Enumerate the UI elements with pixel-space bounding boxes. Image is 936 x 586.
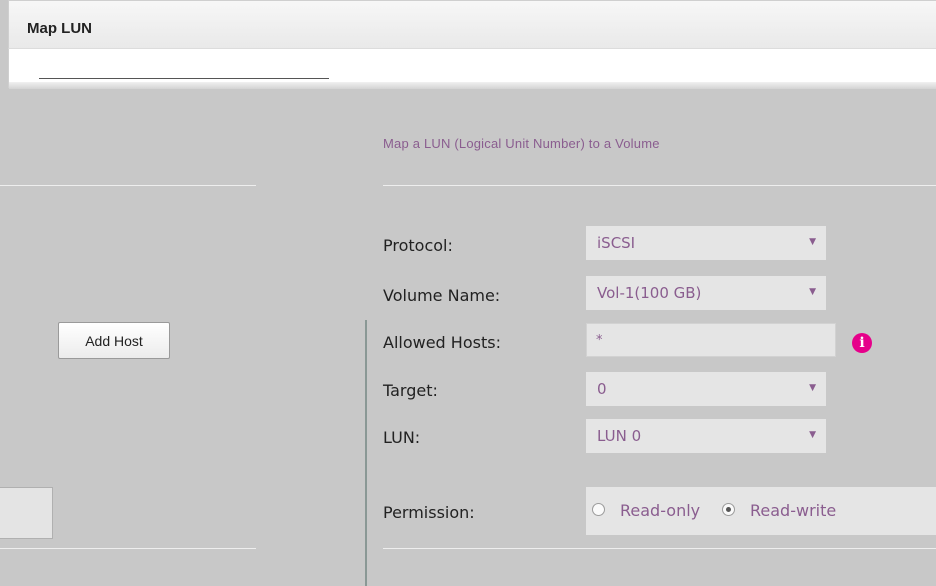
permission-label: Permission: [383, 503, 475, 522]
protocol-select[interactable]: iSCSI ▼ [586, 226, 826, 260]
target-value: 0 [597, 380, 607, 398]
tab-underline [39, 78, 329, 79]
read-write-label[interactable]: Read-write [750, 501, 836, 520]
form-subtitle: Map a LUN (Logical Unit Number) to a Vol… [383, 136, 660, 151]
info-icon[interactable]: i [852, 333, 872, 353]
permission-group: Read-only Read-write [586, 487, 936, 535]
panel-splitter[interactable] [365, 320, 367, 586]
read-only-radio[interactable] [592, 503, 605, 516]
target-label: Target: [383, 381, 438, 400]
dropdown-arrow-icon: ▼ [809, 430, 816, 440]
lun-select[interactable]: LUN 0 ▼ [586, 419, 826, 453]
dropdown-arrow-icon: ▼ [809, 237, 816, 247]
dropdown-arrow-icon: ▼ [809, 383, 816, 393]
target-select[interactable]: 0 ▼ [586, 372, 826, 406]
tab-strip [8, 48, 936, 89]
allowed-hosts-label: Allowed Hosts: [383, 333, 501, 352]
left-divider-top [0, 185, 256, 186]
strip-shadow [9, 82, 936, 89]
protocol-value: iSCSI [597, 234, 636, 252]
window-titlebar: Map LUN [8, 0, 936, 48]
lun-label: LUN: [383, 428, 421, 447]
lun-value: LUN 0 [597, 427, 642, 445]
volume-name-label: Volume Name: [383, 286, 501, 305]
allowed-hosts-input[interactable]: * [586, 323, 836, 357]
dropdown-arrow-icon: ▼ [809, 287, 816, 297]
right-divider-bottom [383, 548, 936, 549]
protocol-label: Protocol: [383, 236, 453, 255]
left-divider-bottom [0, 548, 256, 549]
volume-name-select[interactable]: Vol-1(100 GB) ▼ [586, 276, 826, 310]
volume-name-value: Vol-1(100 GB) [597, 284, 702, 302]
window-title: Map LUN [27, 20, 92, 37]
right-divider-top [383, 185, 936, 186]
read-write-radio[interactable] [722, 503, 735, 516]
host-list-field[interactable] [0, 487, 53, 539]
add-host-button[interactable]: Add Host [58, 322, 170, 359]
read-only-label[interactable]: Read-only [620, 501, 700, 520]
